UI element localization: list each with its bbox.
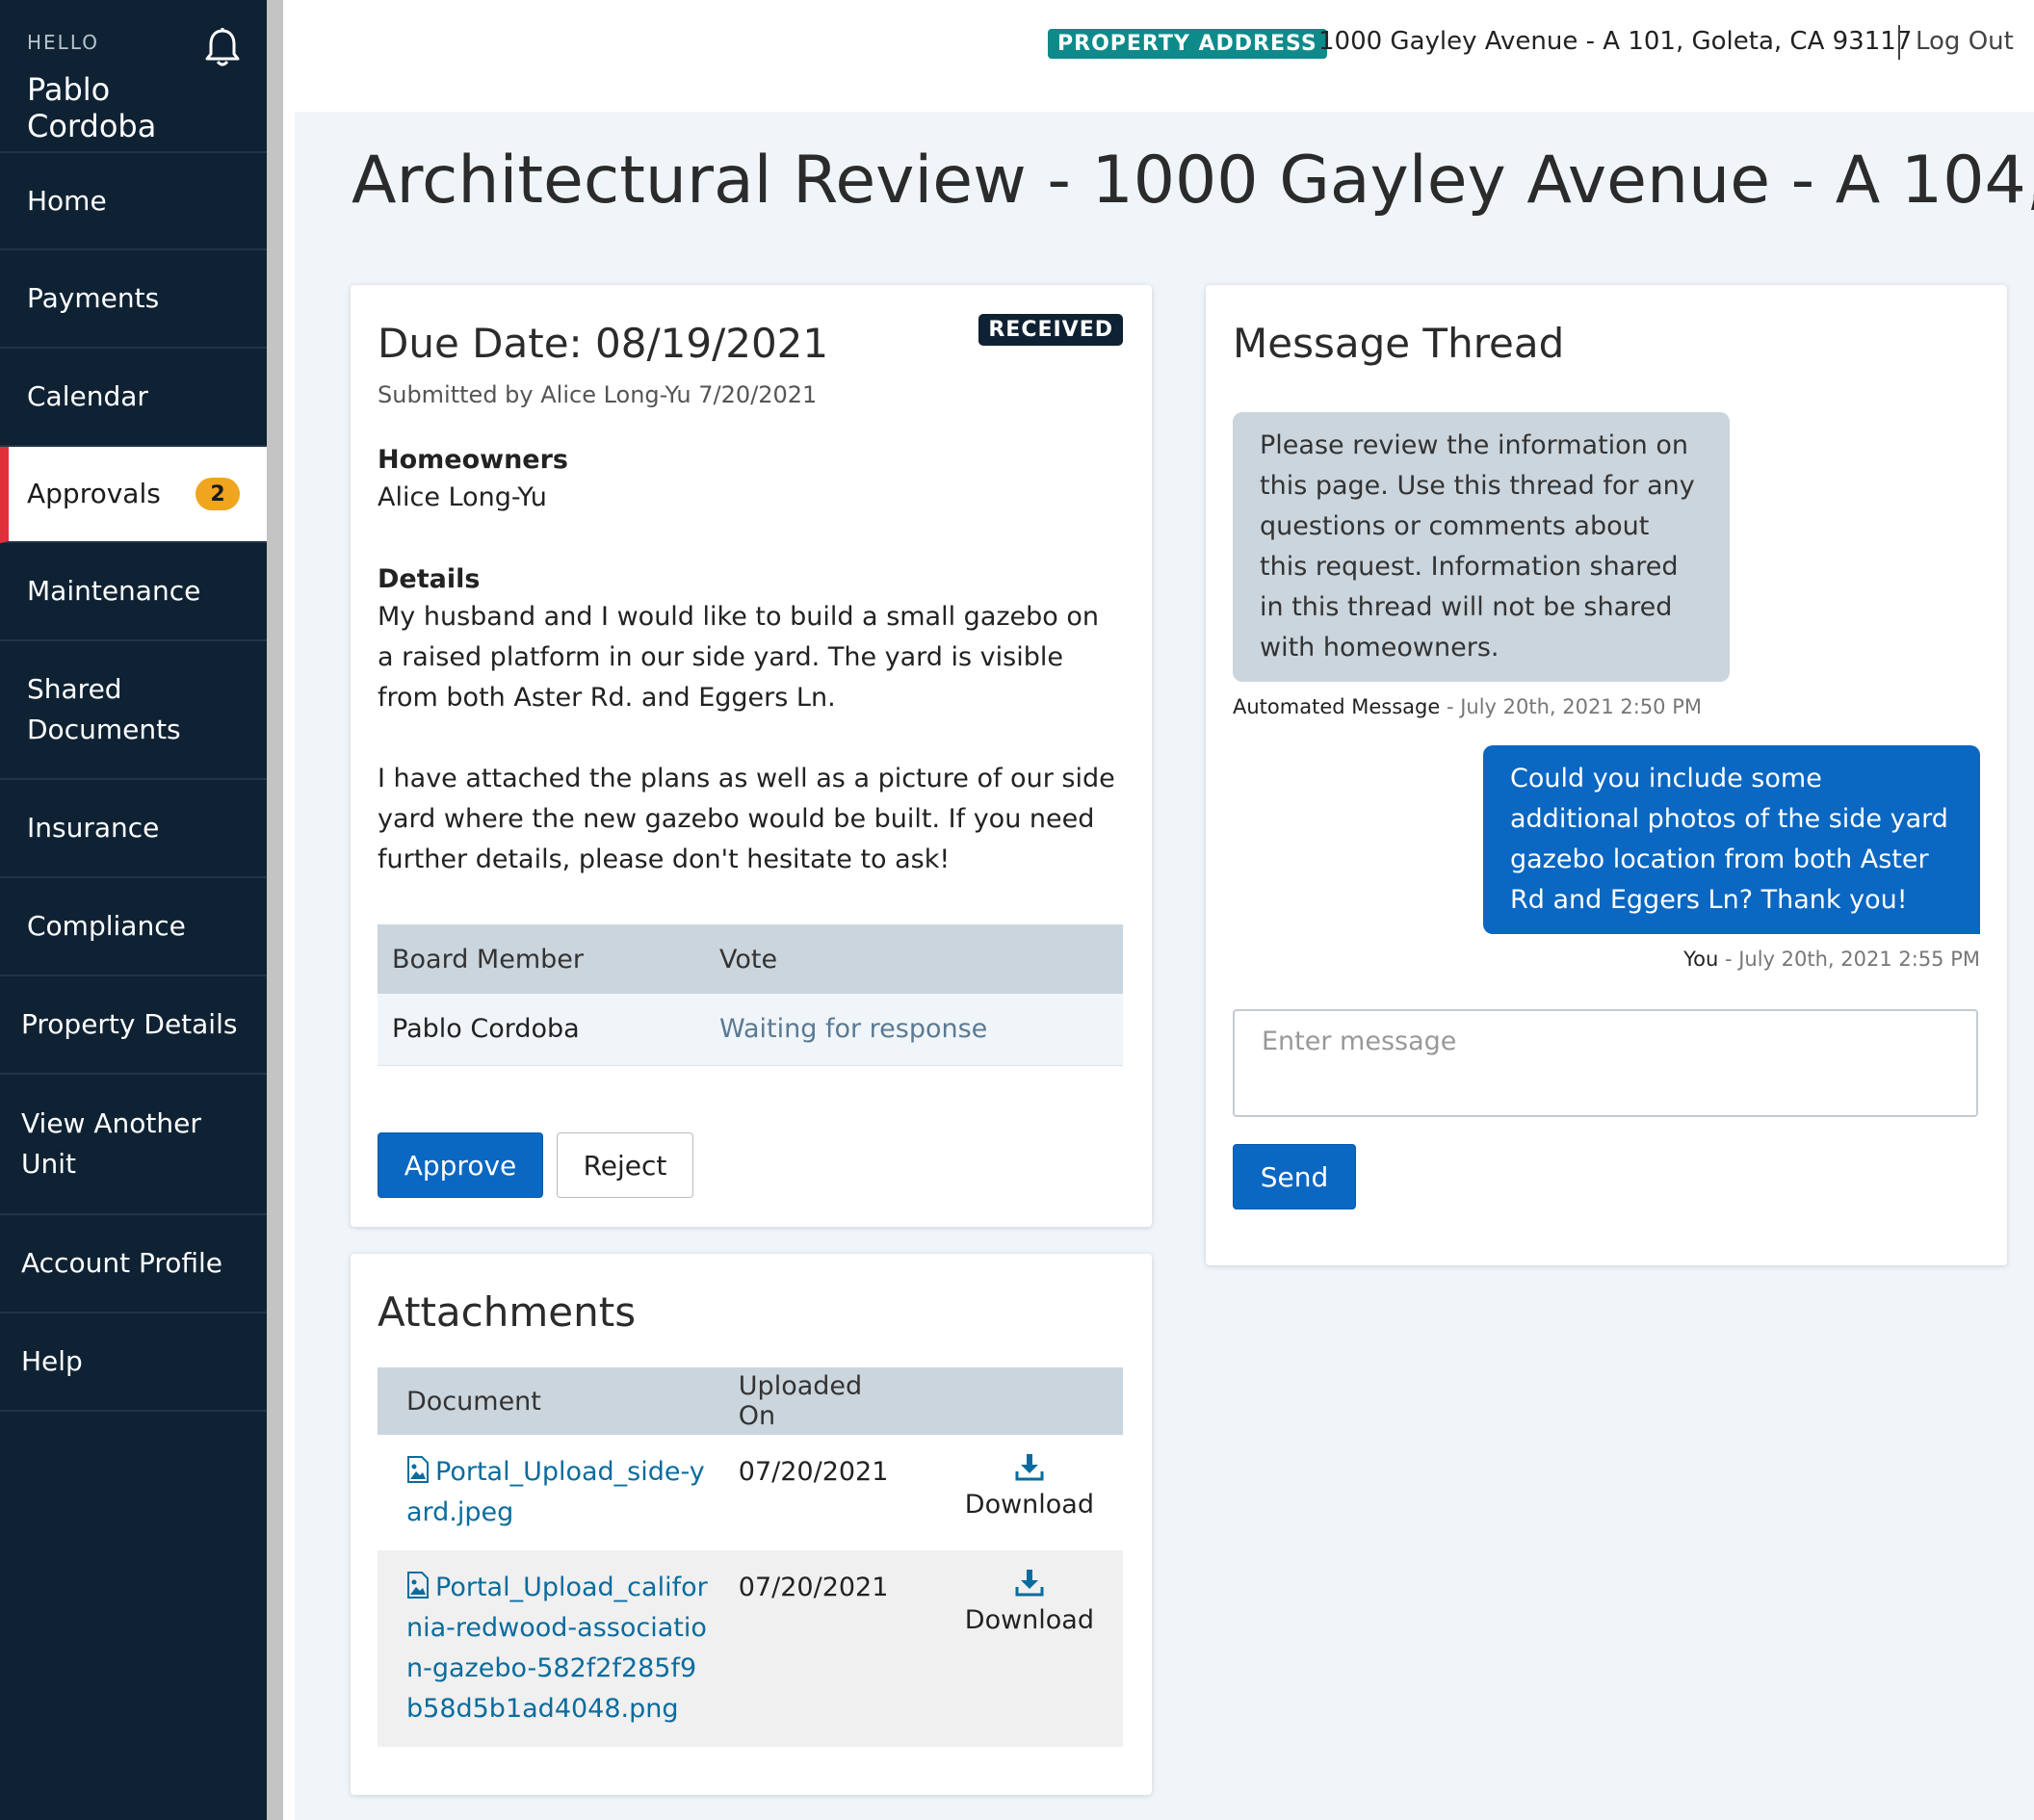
uploaded-date: 07/20/2021 (738, 1550, 936, 1747)
details-paragraph: I have attached the plans as well as a p… (378, 764, 1115, 874)
table-row: Pablo Cordoba Waiting for response (378, 994, 1123, 1066)
image-file-icon (407, 1572, 429, 1599)
page-title: Architectural Review - 1000 Gayley Avenu… (352, 143, 2034, 219)
attachments-table: Document Uploaded On Portal_Upload_side-… (378, 1367, 1123, 1747)
sidebar-item-view-another-unit[interactable]: View Another Unit (0, 1075, 267, 1215)
submitted-by: Submitted by Alice Long-Yu 7/20/2021 (378, 381, 818, 408)
message-author: Automated Message (1233, 695, 1441, 718)
sidebar-item-label: Help (21, 1345, 83, 1377)
sidebar-item-payments[interactable]: Payments (0, 250, 267, 349)
vote-status: Waiting for response (705, 994, 1123, 1066)
sidebar-item-property-details[interactable]: Property Details (0, 976, 267, 1075)
sidebar-item-label: Calendar (27, 380, 148, 412)
message-input[interactable] (1233, 1009, 1978, 1117)
sidebar-item-label: Insurance (27, 812, 160, 844)
sidebar-item-label: Home (27, 184, 107, 217)
message-timestamp: - July 20th, 2021 2:55 PM (1718, 948, 1980, 971)
sidebar-item-insurance[interactable]: Insurance (0, 780, 267, 878)
reject-button[interactable]: Reject (557, 1132, 693, 1198)
table-header-row: Board Member Vote (378, 924, 1123, 994)
sidebar-item-compliance[interactable]: Compliance (0, 878, 267, 976)
sidebar-item-help[interactable]: Help (0, 1313, 267, 1412)
sidebar-item-label: Maintenance (27, 575, 201, 607)
download-icon[interactable] (1015, 1568, 1044, 1597)
sidebar-scrollbar[interactable] (267, 0, 283, 1820)
message-author: You (1683, 948, 1719, 971)
sidebar-item-shared-documents[interactable]: Shared Documents (0, 641, 267, 780)
sidebar-item-calendar[interactable]: Calendar (0, 349, 267, 447)
table-header-row: Document Uploaded On (378, 1367, 1123, 1435)
user-name: Pablo Cordoba (27, 71, 157, 144)
request-card: Due Date: 08/19/2021 RECEIVED Submitted … (351, 285, 1152, 1227)
column-header-action (935, 1367, 1123, 1435)
sidebar-item-label: Shared Documents (27, 673, 181, 745)
sidebar: HELLO Pablo Cordoba Home Payments Calend… (0, 0, 267, 1820)
column-header-board-member: Board Member (378, 924, 705, 994)
document-cell: Portal_Upload_side-yard.jpeg (378, 1435, 739, 1550)
vote-table: Board Member Vote Pablo Cordoba Waiting … (378, 924, 1123, 1066)
download-link[interactable]: Download (965, 1605, 1094, 1635)
divider (1898, 25, 1900, 60)
uploaded-date: 07/20/2021 (738, 1457, 889, 1487)
message-meta: Automated Message - July 20th, 2021 2:50… (1233, 695, 1702, 718)
download-cell[interactable]: Download (935, 1550, 1123, 1747)
document-cell: Portal_Upload_california-redwood-associa… (378, 1550, 739, 1747)
message-bubble-automated: Please review the information on this pa… (1233, 412, 1730, 682)
table-row: Portal_Upload_california-redwood-associa… (378, 1550, 1123, 1747)
message-thread-card: Message Thread Please review the informa… (1206, 285, 2007, 1265)
logout-link[interactable]: Log Out (1916, 27, 2014, 56)
attachment-filename: Portal_Upload_california-redwood-associa… (406, 1573, 708, 1724)
board-member-name: Pablo Cordoba (378, 994, 705, 1066)
sidebar-item-label: Compliance (27, 910, 186, 942)
property-address-tag: PROPERTY ADDRESS (1048, 29, 1327, 59)
details-heading: Details (378, 564, 481, 594)
download-link[interactable]: Download (965, 1490, 1094, 1520)
homeowners-value: Alice Long-Yu (378, 482, 547, 512)
sidebar-item-label: Account Profile (21, 1247, 223, 1279)
bell-icon[interactable] (203, 27, 242, 67)
message-bubble-you: Could you include some additional photos… (1483, 745, 1980, 934)
sidebar-item-account-profile[interactable]: Account Profile (0, 1215, 267, 1313)
divider (283, 0, 295, 1820)
send-button[interactable]: Send (1233, 1144, 1356, 1209)
details-paragraph: My husband and I would like to build a s… (378, 602, 1100, 713)
sidebar-item-approvals[interactable]: Approvals 2 (0, 447, 267, 543)
thread-title: Message Thread (1233, 320, 1565, 367)
homeowners-heading: Homeowners (378, 445, 569, 475)
approvals-count-badge: 2 (196, 478, 240, 510)
column-header-document: Document (378, 1367, 739, 1435)
attachment-filename: Portal_Upload_side-yard.jpeg (406, 1457, 705, 1527)
sidebar-item-label: Payments (27, 282, 160, 314)
attachment-link[interactable]: Portal_Upload_side-yard.jpeg (406, 1456, 705, 1527)
sidebar-item-label: Property Details (21, 1008, 238, 1040)
column-header-vote: Vote (705, 924, 1123, 994)
top-bar: PROPERTY ADDRESS 1000 Gayley Avenue - A … (295, 0, 2034, 112)
approve-button[interactable]: Approve (378, 1132, 543, 1198)
attachments-card: Attachments Document Uploaded On Portal_… (351, 1254, 1152, 1795)
download-icon[interactable] (1015, 1452, 1044, 1481)
status-badge: RECEIVED (978, 314, 1123, 346)
user-greeting: HELLO Pablo Cordoba (0, 0, 267, 153)
property-address: 1000 Gayley Avenue - A 101, Goleta, CA 9… (1318, 27, 1913, 56)
column-header-uploaded-on: Uploaded On (738, 1367, 936, 1435)
image-file-icon (407, 1456, 429, 1483)
sidebar-item-label: View Another Unit (21, 1107, 201, 1180)
sidebar-item-label: Approvals (27, 478, 161, 509)
sidebar-item-maintenance[interactable]: Maintenance (0, 543, 267, 641)
sidebar-item-home[interactable]: Home (0, 153, 267, 250)
message-meta: You - July 20th, 2021 2:55 PM (1683, 948, 1980, 971)
due-date: Due Date: 08/19/2021 (378, 320, 829, 367)
attachment-link[interactable]: Portal_Upload_california-redwood-associa… (406, 1572, 708, 1724)
message-timestamp: - July 20th, 2021 2:50 PM (1440, 695, 1702, 718)
attachments-title: Attachments (378, 1288, 637, 1336)
table-row: Portal_Upload_side-yard.jpeg 07/20/2021 … (378, 1435, 1123, 1550)
download-cell[interactable]: Download (936, 1435, 1123, 1550)
